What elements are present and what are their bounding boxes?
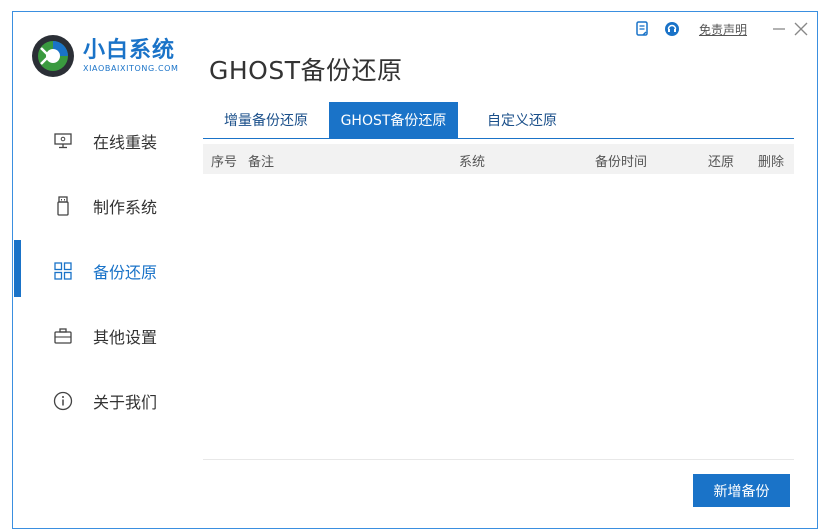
sidebar: 在线重装 制作系统 备份还原 其他设置 关于我们	[13, 108, 183, 433]
support-icon[interactable]	[663, 20, 681, 38]
app-logo: 小白系统 XIAOBAIXITONG.COM	[31, 34, 179, 78]
tab-custom-restore[interactable]: 自定义还原	[458, 102, 586, 138]
sidebar-item-label: 在线重装	[93, 132, 158, 152]
app-window: 免责声明 小白系统 XIAOBAIXITONG.COM GHOST备份还原 在线…	[12, 11, 818, 529]
tab-ghost-backup[interactable]: GHOST备份还原	[329, 102, 458, 138]
sidebar-item-label: 备份还原	[93, 262, 158, 282]
info-icon	[53, 391, 73, 411]
column-header-backup-time: 备份时间	[595, 155, 648, 170]
sidebar-item-backup-restore[interactable]: 备份还原	[13, 238, 183, 303]
sidebar-item-label: 关于我们	[93, 392, 158, 412]
title-bar-controls: 免责声明	[633, 18, 809, 40]
column-header-index: 序号	[211, 155, 238, 170]
tab-bar: 增量备份还原 GHOST备份还原 自定义还原	[203, 102, 794, 139]
tab-incremental-backup[interactable]: 增量备份还原	[203, 102, 329, 138]
close-icon[interactable]	[793, 21, 809, 37]
sidebar-item-about-us[interactable]: 关于我们	[13, 368, 183, 433]
minimize-icon[interactable]	[771, 21, 787, 37]
column-header-delete: 删除	[758, 155, 785, 170]
column-header-note: 备注	[248, 155, 275, 170]
monitor-icon	[53, 131, 73, 151]
sidebar-item-make-system[interactable]: 制作系统	[13, 173, 183, 238]
sidebar-item-online-reinstall[interactable]: 在线重装	[13, 108, 183, 173]
briefcase-icon	[53, 326, 73, 346]
table-body	[203, 174, 794, 460]
sidebar-item-other-settings[interactable]: 其他设置	[13, 303, 183, 368]
grid-icon	[53, 261, 73, 281]
table-header: 序号 备注 系统 备份时间 还原 删除	[203, 144, 794, 174]
page-title: GHOST备份还原	[209, 56, 403, 85]
disclaimer-link[interactable]: 免责声明	[699, 21, 747, 38]
logo-mark-icon	[32, 35, 74, 77]
sidebar-item-label: 其他设置	[93, 327, 158, 347]
column-header-restore: 还原	[708, 155, 735, 170]
sidebar-item-label: 制作系统	[93, 197, 158, 217]
add-backup-button[interactable]: 新增备份	[693, 474, 790, 507]
logo-title: 小白系统	[83, 38, 176, 63]
feedback-icon[interactable]	[633, 20, 651, 38]
column-header-system: 系统	[459, 155, 486, 170]
usb-icon	[53, 195, 73, 216]
logo-subtitle: XIAOBAIXITONG.COM	[83, 64, 179, 73]
